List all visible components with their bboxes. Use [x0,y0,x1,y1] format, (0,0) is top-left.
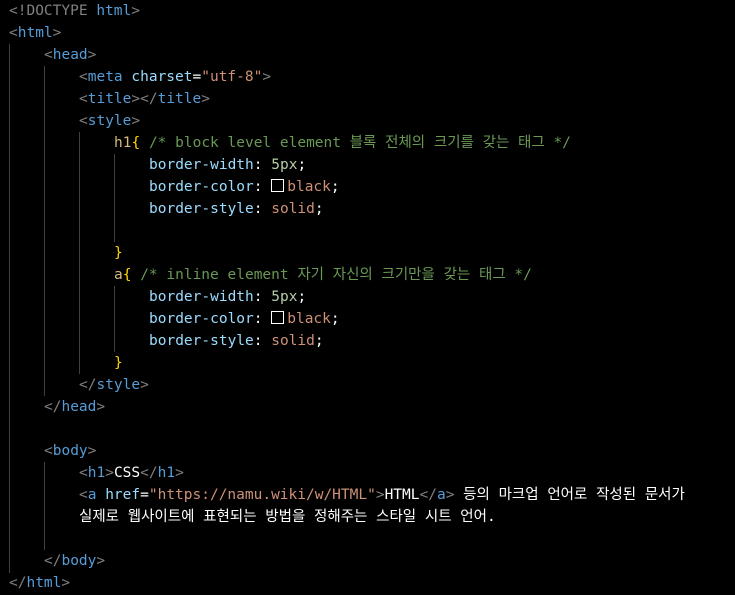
code-line-a-close: } [114,355,123,371]
code-line-h1-close: } [114,242,123,264]
value-style: solid [271,201,315,217]
code-line-title: <title></title> [79,91,210,107]
code-line-html-open: <html> [9,25,62,41]
brace-close: } [114,245,123,261]
paragraph-line1: 등의 마크업 언어로 작성된 문서가 [454,487,685,503]
value-width: 5px [271,157,298,173]
html-tag: html [17,25,53,41]
code-line-head-open: <head> [44,47,97,63]
color-swatch-icon[interactable] [271,311,285,324]
code-line-body-open: <body> [44,443,97,459]
property-border-style: border-style [149,201,254,217]
paragraph-line2: 실제로 웹사이트에 표현되는 방법을 정해주는 스타일 시트 언어. [79,509,496,525]
brace-open: { [131,135,141,151]
code-line-h1-element: <h1>CSS</h1> [79,465,184,481]
href-attr: href [105,487,141,503]
code-line-paragraph-wrap: 실제로 웹사이트에 표현되는 방법을 정해주는 스타일 시트 언어. [79,506,496,528]
href-value: "https://namu.wiki/w/HTML" [148,487,376,503]
h1-selector: h1 [114,135,132,151]
code-line-border-style: border-style: solid; [149,333,324,349]
property-border-color: border-color [149,179,254,195]
doctype-name: html [96,3,132,19]
code-line-border-color: border-color: black; [149,179,340,195]
body-tag: body [52,443,88,459]
code-line-body-close: </body> [44,553,106,569]
code-line-h1-rule: h1{ /* block level element 블록 전체의 크기를 갖는… [114,132,571,154]
a-selector: a [114,267,123,283]
indent-guide [114,286,115,352]
title-tag-open: title [87,91,132,107]
code-line-head-close: </head> [44,399,106,415]
property-border-width: border-width [149,157,254,173]
indent-guide [44,66,45,396]
code-line-border-style: border-style: solid; [149,201,324,217]
indent-guide [9,44,10,573]
color-swatch-icon[interactable] [271,179,285,192]
indent-guide [79,132,80,374]
code-line-border-color: border-color: black; [149,311,340,327]
code-line-html-close: </html> [9,575,71,591]
value-color: black [287,179,331,195]
code-editor[interactable]: <!DOCTYPE html> <html> <head> <meta char… [0,0,735,595]
code-line-border-width: border-width: 5px; [149,289,307,305]
a-text: HTML [384,487,420,503]
code-line-a-element: <a href="https://namu.wiki/w/HTML">HTML<… [79,487,685,503]
code-line-style-close: </style> [79,377,149,393]
meta-tag: meta [87,69,123,85]
code-line-a-rule: a{ /* inline element 자기 자신의 크기만을 갖는 태그 *… [114,267,532,283]
head-tag: head [52,47,88,63]
charset-attr: charset [131,69,193,85]
h1-comment: /* block level element 블록 전체의 크기를 갖는 태그 … [148,135,571,151]
code-line-doctype: <!DOCTYPE html> [9,0,140,22]
code-line-meta: <meta charset="utf-8"> [79,69,272,85]
a-comment: /* inline element 자기 자신의 크기만을 갖는 태그 */ [140,267,532,283]
h1-text: CSS [113,465,141,481]
code-line-border-width: border-width: 5px; [149,157,307,173]
doctype-open: <!DOCTYPE [9,3,97,19]
indent-guide [44,462,45,550]
code-line-style-open: <style> [79,113,141,129]
charset-value: "utf-8" [201,69,263,85]
indent-guide [114,154,115,242]
title-tag-close: title [157,91,202,107]
style-tag: style [87,113,132,129]
doctype-close: > [131,3,140,19]
